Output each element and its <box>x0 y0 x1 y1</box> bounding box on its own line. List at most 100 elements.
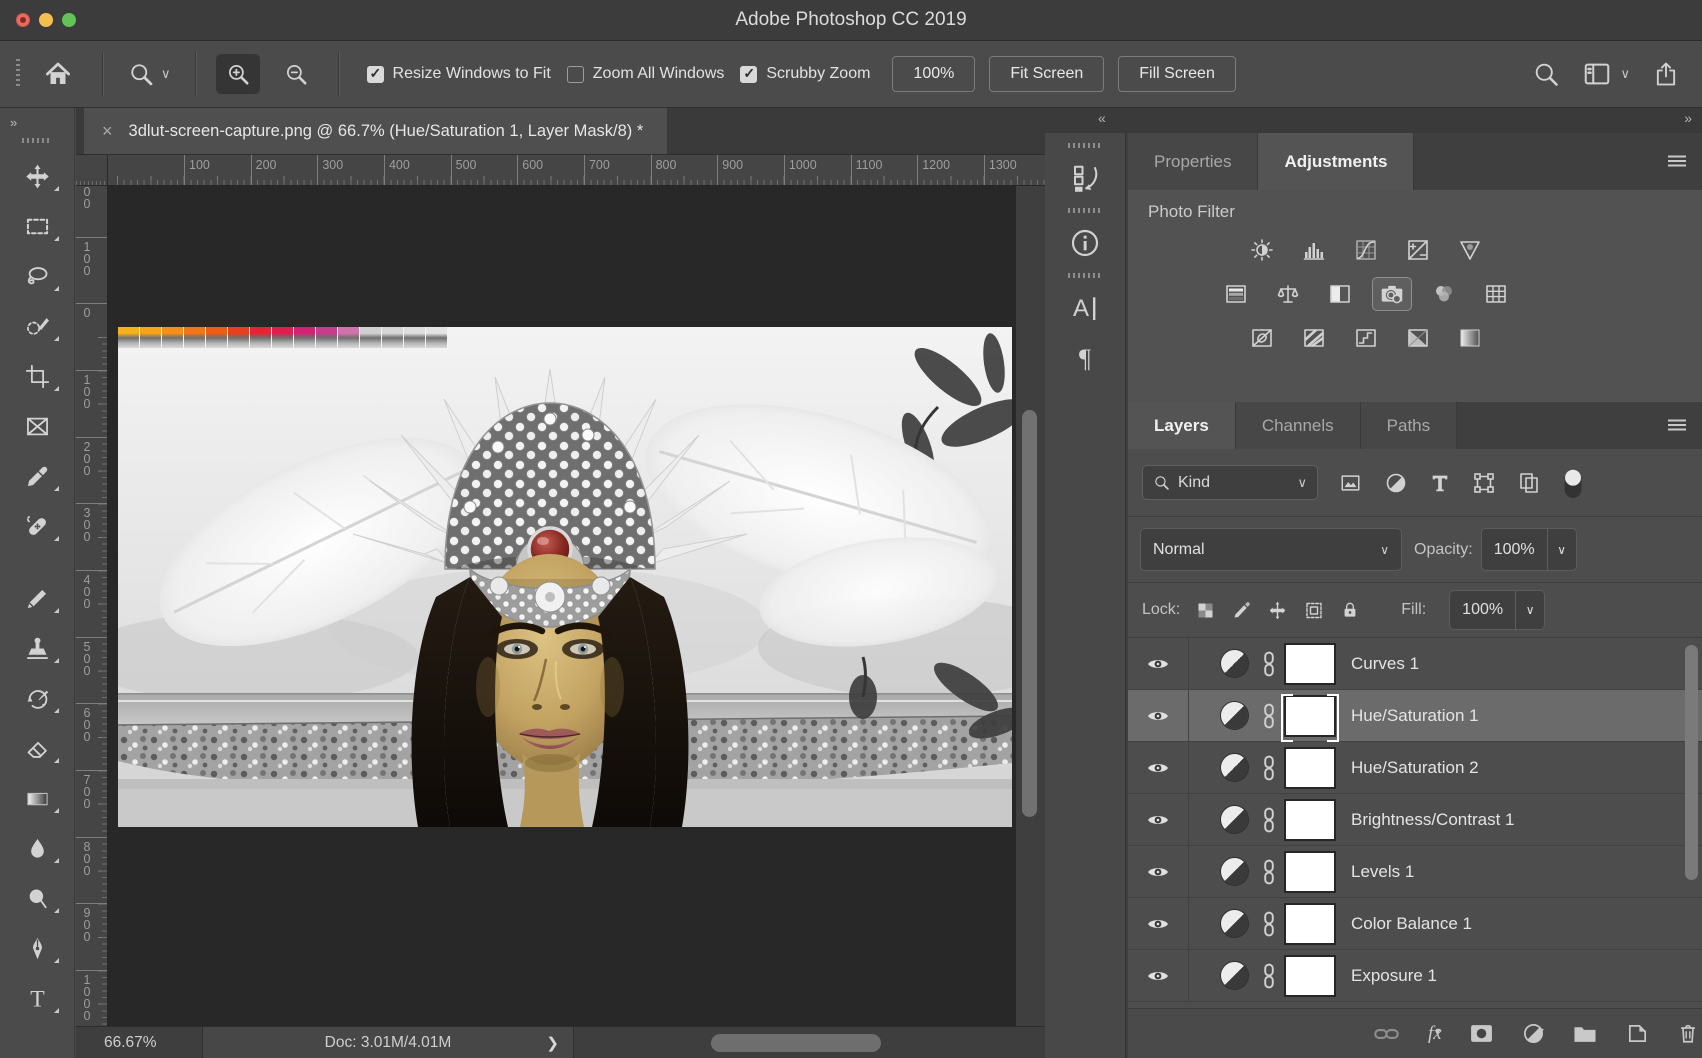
adjustment-exposure-icon[interactable] <box>1399 234 1437 266</box>
layer-name[interactable]: Brightness/Contrast 1 <box>1351 810 1514 830</box>
adjustment-invert-icon[interactable] <box>1243 322 1281 354</box>
mask-link-icon[interactable] <box>1262 911 1276 937</box>
layer-visibility-cell[interactable] <box>1128 794 1189 845</box>
adjustment-layer-thumbnail[interactable] <box>1221 858 1248 885</box>
adjustment-layer-thumbnail[interactable] <box>1221 806 1248 833</box>
fill-screen-button[interactable]: Fill Screen <box>1118 56 1236 92</box>
zoom-100-button[interactable]: 100% <box>892 56 975 92</box>
zoom-tool-preset[interactable]: ∨ <box>123 56 175 92</box>
layer-visibility-cell[interactable] <box>1128 950 1189 1001</box>
layer-mask-thumbnail[interactable] <box>1286 749 1334 787</box>
chevron-down-icon[interactable]: ∨ <box>1547 529 1576 570</box>
layer-mask-thumbnail[interactable] <box>1286 905 1334 943</box>
layer-row[interactable]: Exposure 1 <box>1128 950 1702 1002</box>
adjustment-hue-saturation-icon[interactable] <box>1217 278 1255 310</box>
new-group-icon[interactable] <box>1572 1023 1598 1044</box>
layer-row[interactable]: Hue/Saturation 1 <box>1128 690 1702 742</box>
document-image[interactable] <box>118 327 1012 827</box>
layer-mask-thumbnail[interactable] <box>1286 645 1334 683</box>
tool-clone-stamp[interactable] <box>0 623 75 673</box>
ruler-corner[interactable] <box>76 155 108 186</box>
tool-pen[interactable] <box>0 923 75 973</box>
adjustment-layer-thumbnail[interactable] <box>1221 702 1248 729</box>
layer-mask-thumbnail[interactable] <box>1286 853 1334 891</box>
layer-name[interactable]: Hue/Saturation 2 <box>1351 758 1479 778</box>
mask-link-icon[interactable] <box>1262 703 1276 729</box>
layers-scrollbar[interactable] <box>1685 645 1698 880</box>
tool-type[interactable]: T <box>0 973 75 1023</box>
document-tab[interactable]: × 3dlut-screen-capture.png @ 66.7% (Hue/… <box>84 108 667 154</box>
new-layer-icon[interactable] <box>1626 1022 1649 1045</box>
filter-pixel-layer-icon[interactable] <box>1338 472 1363 494</box>
tool-eraser[interactable] <box>0 723 75 773</box>
adjustment-color-balance-icon[interactable] <box>1269 278 1307 310</box>
history-panel-button[interactable] <box>1065 158 1105 198</box>
layer-name[interactable]: Exposure 1 <box>1351 966 1437 986</box>
adjustment-selective-color-icon[interactable] <box>1451 322 1489 354</box>
filter-type-layer-icon[interactable] <box>1429 472 1451 494</box>
tab-adjustments[interactable]: Adjustments <box>1258 133 1414 190</box>
layer-row[interactable]: Curves 1 <box>1128 638 1702 690</box>
info-panel-button[interactable] <box>1065 223 1105 263</box>
collapse-panels-icon[interactable]: « <box>1098 110 1106 126</box>
tab-channels[interactable]: Channels <box>1236 402 1361 449</box>
options-checkbox[interactable]: Resize Windows to Fit <box>367 65 551 83</box>
lock-artboard-icon[interactable] <box>1303 600 1325 621</box>
tool-eyedropper[interactable] <box>0 451 75 501</box>
character-panel-button[interactable]: A <box>1065 288 1105 328</box>
link-layers-icon[interactable] <box>1373 1024 1400 1044</box>
canvas-horizontal-scrollbar[interactable] <box>711 1034 881 1052</box>
tab-layers[interactable]: Layers <box>1128 402 1236 449</box>
layer-name[interactable]: Levels 1 <box>1351 862 1414 882</box>
layer-name[interactable]: Curves 1 <box>1351 654 1419 674</box>
checkbox-icon[interactable] <box>740 66 757 83</box>
layer-row[interactable]: Color Balance 1 <box>1128 898 1702 950</box>
horizontal-ruler[interactable]: 1002003004005006007008009001000110012001… <box>108 155 1045 186</box>
adjustment-layer-thumbnail[interactable] <box>1221 650 1248 677</box>
status-zoom-field[interactable]: 66.67% <box>76 1027 203 1058</box>
filter-toggle-icon[interactable] <box>1562 466 1584 500</box>
zoom-in-button[interactable] <box>216 54 260 94</box>
tab-paths[interactable]: Paths <box>1361 402 1457 449</box>
layer-row[interactable]: Hue/Saturation 2 <box>1128 742 1702 794</box>
fill-field[interactable]: 100% ∨ <box>1449 590 1545 630</box>
lock-position-icon[interactable] <box>1267 600 1288 621</box>
panel-grip[interactable] <box>1068 143 1102 148</box>
layer-effects-button[interactable]: fx▾ <box>1428 1023 1441 1045</box>
layer-visibility-cell[interactable] <box>1128 846 1189 897</box>
tool-crop[interactable] <box>0 351 75 401</box>
canvas-viewport[interactable] <box>108 186 1045 1026</box>
adjustment-curves-icon[interactable] <box>1347 234 1385 266</box>
adjustment-channel-mixer-icon[interactable] <box>1425 278 1463 310</box>
layer-visibility-cell[interactable] <box>1128 898 1189 949</box>
tool-rectangular-marquee[interactable] <box>0 201 75 251</box>
blend-mode-dropdown[interactable]: Normal ∨ <box>1140 528 1402 571</box>
lock-pixels-icon[interactable] <box>1231 600 1252 621</box>
adjustment-vibrance-icon[interactable] <box>1451 234 1489 266</box>
filter-shape-layer-icon[interactable] <box>1472 471 1496 495</box>
mask-link-icon[interactable] <box>1262 755 1276 781</box>
layer-visibility-cell[interactable] <box>1128 690 1189 741</box>
adjustment-layer-thumbnail[interactable] <box>1221 754 1248 781</box>
panel-grip[interactable] <box>1068 273 1102 278</box>
panel-grip[interactable] <box>1068 208 1102 213</box>
tool-history-brush[interactable] <box>0 673 75 723</box>
tool-brush[interactable] <box>0 573 75 623</box>
adjustment-brightness-contrast-icon[interactable] <box>1243 234 1281 266</box>
adjustment-threshold-icon[interactable] <box>1347 322 1385 354</box>
status-expand-icon[interactable]: ❯ <box>546 1034 559 1052</box>
tools-panel-expand[interactable]: » <box>0 108 74 136</box>
filter-adjustment-layer-icon[interactable] <box>1384 471 1408 495</box>
lock-transparency-icon[interactable] <box>1195 600 1216 621</box>
close-tab-icon[interactable]: × <box>102 121 113 142</box>
share-icon[interactable] <box>1652 60 1680 88</box>
options-checkbox[interactable]: Scrubby Zoom <box>740 65 870 83</box>
canvas-vertical-scrollbar[interactable] <box>1022 410 1037 817</box>
search-icon[interactable] <box>1532 60 1560 88</box>
layer-mask-thumbnail[interactable] <box>1286 697 1334 735</box>
checkbox-icon[interactable] <box>567 66 584 83</box>
lock-all-icon[interactable] <box>1340 599 1360 621</box>
panel-menu-icon[interactable] <box>1668 419 1686 432</box>
opacity-field[interactable]: 100% ∨ <box>1481 528 1577 571</box>
layer-mask-thumbnail[interactable] <box>1286 801 1334 839</box>
